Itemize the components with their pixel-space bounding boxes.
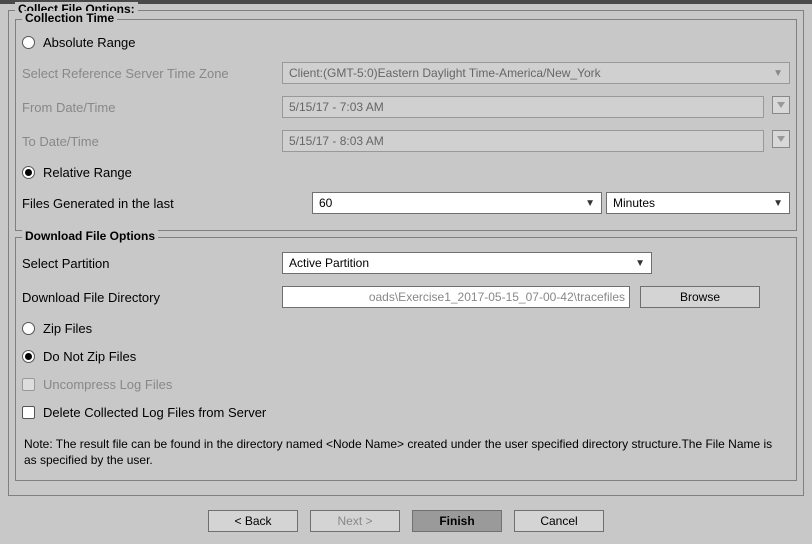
to-date-value: 5/15/17 - 8:03 AM xyxy=(289,134,384,148)
zip-files-radio[interactable] xyxy=(22,322,35,335)
cancel-button[interactable]: Cancel xyxy=(514,510,604,532)
partition-label: Select Partition xyxy=(22,256,282,271)
to-date-label: To Date/Time xyxy=(22,134,282,149)
directory-row: Download File Directory oads\Exercise1_2… xyxy=(22,282,790,312)
chevron-down-icon: ▼ xyxy=(773,198,785,209)
absolute-range-label: Absolute Range xyxy=(43,35,136,50)
next-button: Next > xyxy=(310,510,400,532)
to-date-picker-button xyxy=(772,130,790,148)
directory-label: Download File Directory xyxy=(22,290,282,305)
relative-range-label: Relative Range xyxy=(43,165,132,180)
timezone-row: Select Reference Server Time Zone Client… xyxy=(22,58,790,88)
zip-files-row: Zip Files xyxy=(22,316,790,340)
directory-input[interactable]: oads\Exercise1_2017-05-15_07-00-42\trace… xyxy=(282,286,630,308)
delete-row: Delete Collected Log Files from Server xyxy=(22,400,790,424)
from-date-label: From Date/Time xyxy=(22,100,282,115)
generated-unit: Minutes xyxy=(613,196,655,210)
generated-unit-select[interactable]: Minutes ▼ xyxy=(606,192,790,214)
relative-range-radio[interactable] xyxy=(22,166,35,179)
partition-select[interactable]: Active Partition ▼ xyxy=(282,252,652,274)
chevron-down-icon: ▼ xyxy=(773,68,785,79)
uncompress-checkbox xyxy=(22,378,35,391)
collection-time-group: Collection Time Absolute Range Select Re… xyxy=(15,19,797,231)
timezone-label: Select Reference Server Time Zone xyxy=(22,66,282,81)
from-date-row: From Date/Time 5/15/17 - 7:03 AM xyxy=(22,92,790,122)
delete-checkbox[interactable] xyxy=(22,406,35,419)
chevron-down-icon: ▼ xyxy=(585,198,597,209)
chevron-down-icon xyxy=(777,136,785,142)
uncompress-row: Uncompress Log Files xyxy=(22,372,790,396)
generated-value-select[interactable]: 60 ▼ xyxy=(312,192,602,214)
partition-value: Active Partition xyxy=(289,256,369,270)
collect-file-options-group: Collect File Options: Collection Time Ab… xyxy=(8,10,804,496)
zip-files-label: Zip Files xyxy=(43,321,92,336)
finish-button[interactable]: Finish xyxy=(412,510,502,532)
partition-row: Select Partition Active Partition ▼ xyxy=(22,248,790,278)
from-date-picker-button xyxy=(772,96,790,114)
timezone-value: Client:(GMT-5:0)Eastern Daylight Time-Am… xyxy=(289,66,601,80)
generated-last-row: Files Generated in the last 60 ▼ Minutes… xyxy=(22,188,790,218)
browse-button[interactable]: Browse xyxy=(640,286,760,308)
back-button[interactable]: < Back xyxy=(208,510,298,532)
absolute-range-row: Absolute Range xyxy=(22,30,790,54)
to-date-row: To Date/Time 5/15/17 - 8:03 AM xyxy=(22,126,790,156)
uncompress-label: Uncompress Log Files xyxy=(43,377,172,392)
download-file-options-group: Download File Options Select Partition A… xyxy=(15,237,797,481)
note-text: Note: The result file can be found in th… xyxy=(22,428,790,472)
collection-time-legend: Collection Time xyxy=(22,11,117,25)
directory-value: oads\Exercise1_2017-05-15_07-00-42\trace… xyxy=(369,290,625,304)
chevron-down-icon: ▼ xyxy=(635,258,647,269)
chevron-down-icon xyxy=(777,102,785,108)
to-date-input: 5/15/17 - 8:03 AM xyxy=(282,130,764,152)
timezone-select: Client:(GMT-5:0)Eastern Daylight Time-Am… xyxy=(282,62,790,84)
generated-last-label: Files Generated in the last xyxy=(22,196,312,211)
download-file-options-legend: Download File Options xyxy=(22,229,158,243)
from-date-value: 5/15/17 - 7:03 AM xyxy=(289,100,384,114)
from-date-input: 5/15/17 - 7:03 AM xyxy=(282,96,764,118)
wizard-footer: < Back Next > Finish Cancel xyxy=(8,502,804,536)
no-zip-files-row: Do Not Zip Files xyxy=(22,344,790,368)
delete-label: Delete Collected Log Files from Server xyxy=(43,405,266,420)
relative-range-row: Relative Range xyxy=(22,160,790,184)
generated-value: 60 xyxy=(319,196,332,210)
main-panel: Collect File Options: Collection Time Ab… xyxy=(0,4,812,536)
no-zip-files-label: Do Not Zip Files xyxy=(43,349,136,364)
no-zip-files-radio[interactable] xyxy=(22,350,35,363)
absolute-range-radio[interactable] xyxy=(22,36,35,49)
